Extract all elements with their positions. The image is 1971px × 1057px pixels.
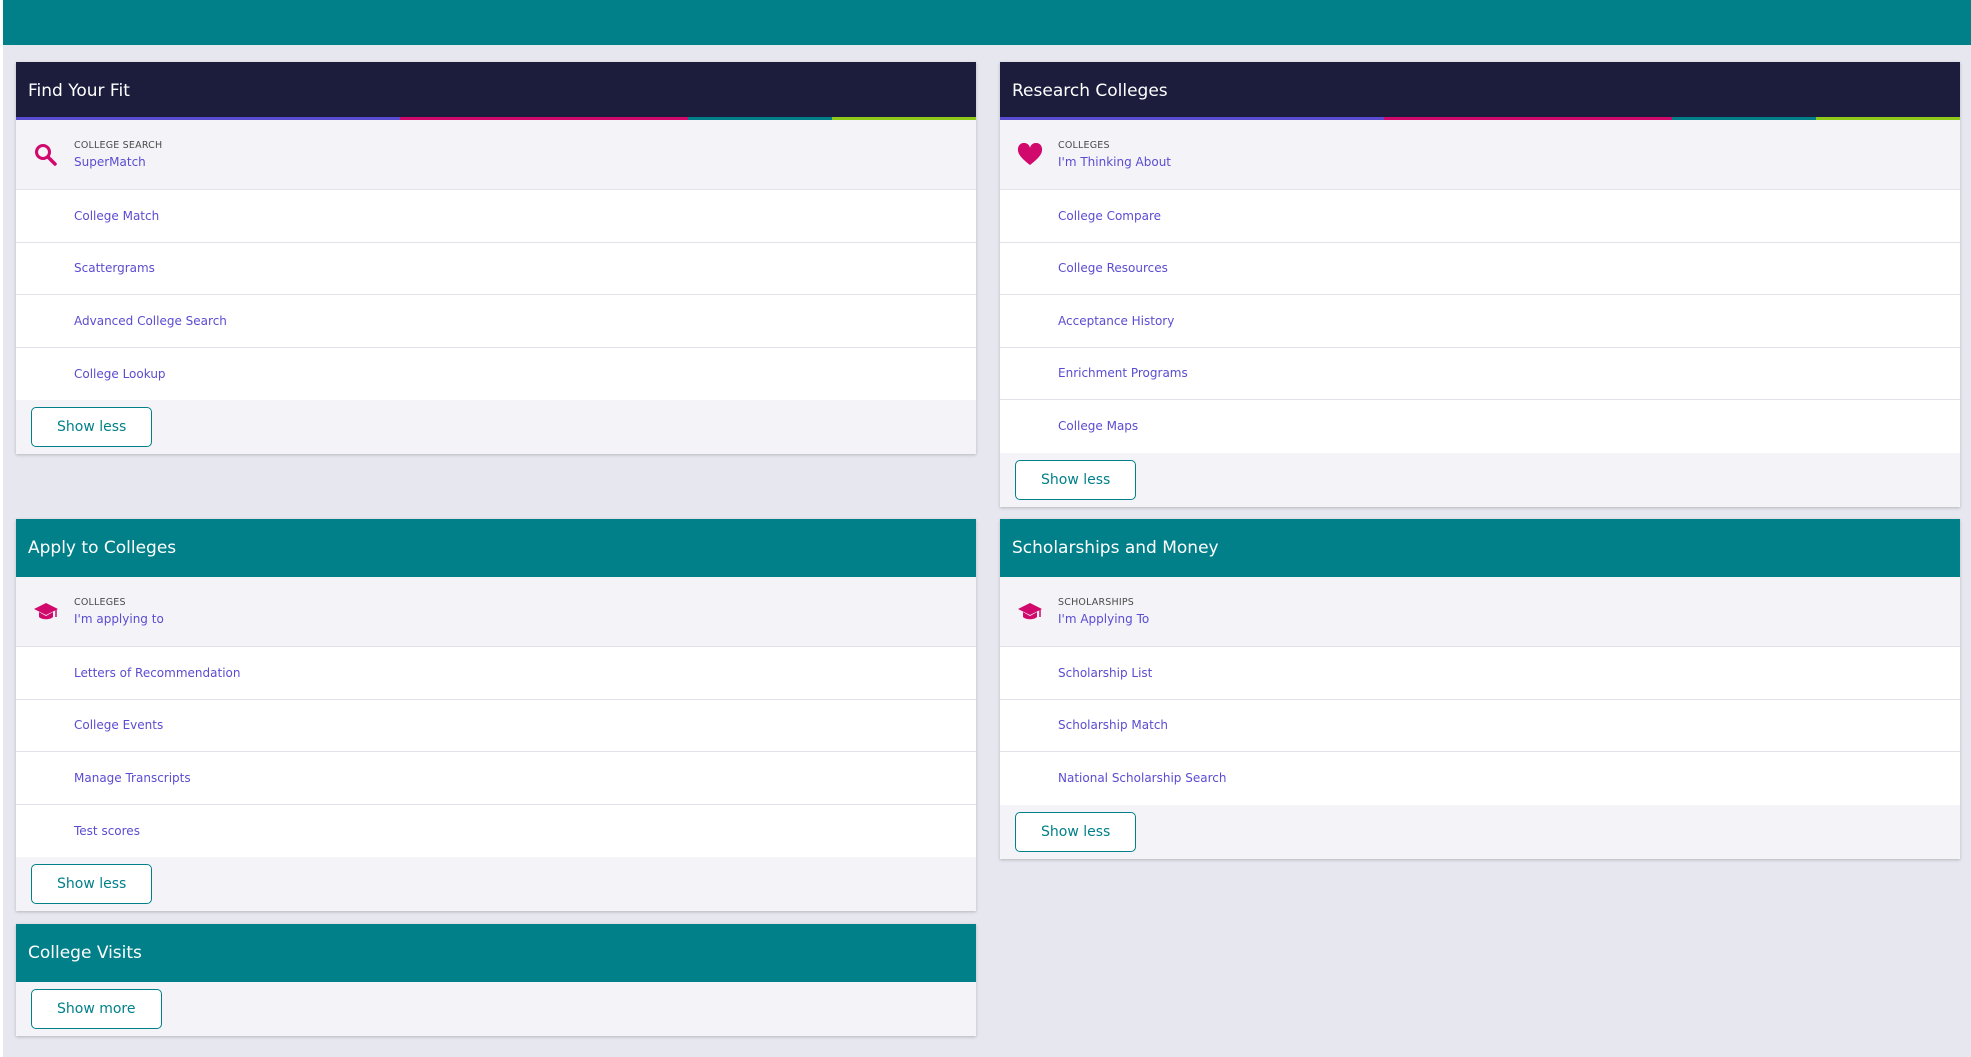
featured-caption: COLLEGE SEARCH bbox=[74, 140, 163, 151]
show-less-button[interactable]: Show less bbox=[31, 864, 153, 904]
card-title: College Visits bbox=[28, 943, 142, 963]
card-title: Scholarships and Money bbox=[1012, 538, 1219, 558]
scholarships-and-money-card: Scholarships and Money SCHOLARSHIPS I'm … bbox=[1000, 519, 1960, 859]
list-item[interactable]: Enrichment Programs bbox=[1000, 348, 1960, 400]
list-item[interactable]: National Scholarship Search bbox=[1000, 752, 1960, 805]
list-item[interactable]: Manage Transcripts bbox=[16, 752, 976, 805]
card-footer: Show less bbox=[16, 857, 976, 911]
list-item[interactable]: Letters of Recommendation bbox=[16, 647, 976, 700]
list-item[interactable]: College Lookup bbox=[16, 348, 976, 401]
find-your-fit-card: Find Your Fit COLLEGE SEARCH SuperMatch … bbox=[16, 62, 976, 454]
list-item[interactable]: Scattergrams bbox=[16, 243, 976, 295]
list-item[interactable]: College Maps bbox=[1000, 400, 1960, 453]
card-footer: Show less bbox=[1000, 452, 1960, 507]
color-stripe bbox=[16, 117, 976, 120]
color-stripe bbox=[1000, 117, 1960, 120]
show-less-button[interactable]: Show less bbox=[31, 407, 153, 447]
card-header: Apply to Colleges bbox=[16, 519, 976, 577]
card-title: Research Colleges bbox=[1012, 81, 1168, 101]
featured-caption: SCHOLARSHIPS bbox=[1058, 597, 1135, 608]
heart-icon bbox=[1016, 141, 1044, 169]
show-less-button[interactable]: Show less bbox=[1015, 811, 1137, 852]
list-item[interactable]: Scholarship Match bbox=[1000, 700, 1960, 752]
list-item[interactable]: Advanced College Search bbox=[16, 295, 976, 348]
graduation-cap-icon bbox=[32, 598, 60, 626]
card-footer: Show less bbox=[1000, 804, 1960, 859]
research-colleges-card: Research Colleges COLLEGES I'm Thinking … bbox=[1000, 62, 1960, 507]
card-title: Apply to Colleges bbox=[28, 538, 177, 558]
list-item[interactable]: College Resources bbox=[1000, 243, 1960, 295]
page-edge bbox=[0, 0, 3, 1057]
featured-item-applying-to[interactable]: COLLEGES I'm applying to bbox=[16, 577, 976, 647]
card-title: Find Your Fit bbox=[28, 81, 130, 101]
featured-link[interactable]: SuperMatch bbox=[74, 155, 162, 169]
featured-item-thinking-about[interactable]: COLLEGES I'm Thinking About bbox=[1000, 120, 1960, 190]
card-header: Scholarships and Money bbox=[1000, 519, 1960, 577]
list-item[interactable]: College Match bbox=[16, 190, 976, 243]
featured-caption: COLLEGES bbox=[1058, 140, 1110, 151]
graduation-cap-icon bbox=[1016, 598, 1044, 626]
college-visits-card: College Visits Show more bbox=[16, 924, 976, 1036]
card-header: Research Colleges bbox=[1000, 62, 1960, 120]
featured-item-supermatch[interactable]: COLLEGE SEARCH SuperMatch bbox=[16, 120, 976, 190]
top-bar bbox=[3, 0, 1971, 45]
card-footer: Show more bbox=[16, 982, 976, 1036]
search-icon bbox=[32, 141, 60, 169]
card-footer: Show less bbox=[16, 400, 976, 454]
featured-caption: COLLEGES bbox=[74, 597, 126, 608]
list-item[interactable]: Acceptance History bbox=[1000, 295, 1960, 348]
list-item[interactable]: College Compare bbox=[1000, 190, 1960, 243]
list-item[interactable]: Test scores bbox=[16, 805, 976, 858]
featured-item-scholarships-applying-to[interactable]: SCHOLARSHIPS I'm Applying To bbox=[1000, 577, 1960, 647]
show-more-button[interactable]: Show more bbox=[31, 989, 162, 1029]
featured-link[interactable]: I'm Applying To bbox=[1058, 612, 1149, 626]
featured-link[interactable]: I'm Thinking About bbox=[1058, 155, 1171, 169]
show-less-button[interactable]: Show less bbox=[1015, 459, 1137, 500]
apply-to-colleges-card: Apply to Colleges COLLEGES I'm applying … bbox=[16, 519, 976, 911]
list-item[interactable]: College Events bbox=[16, 700, 976, 752]
list-item[interactable]: Scholarship List bbox=[1000, 647, 1960, 700]
featured-link[interactable]: I'm applying to bbox=[74, 612, 164, 626]
card-header: Find Your Fit bbox=[16, 62, 976, 120]
card-header: College Visits bbox=[16, 924, 976, 982]
